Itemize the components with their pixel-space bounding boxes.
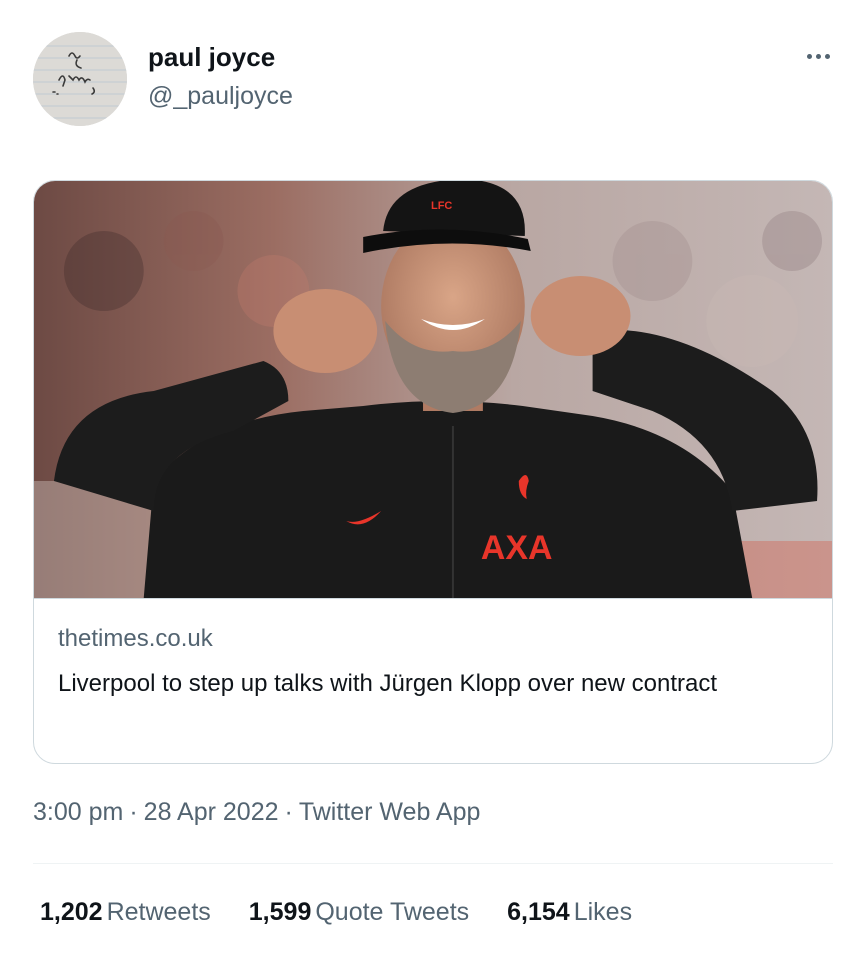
engagement-stats: 1,202 Retweets 1,599 Quote Tweets 6,154 Lik… [40, 898, 632, 927]
quote-tweets-stat[interactable]: 1,599 Quote Tweets [249, 898, 469, 927]
jacket-sponsor-logo: AXA [481, 529, 553, 567]
link-card[interactable]: LFC AXA thetimes.co.uk Liverpool to step… [33, 180, 833, 764]
avatar-image [33, 32, 127, 126]
quote-tweets-count: 1,599 [248, 898, 312, 926]
more-horizontal-icon [806, 53, 812, 59]
more-icon-dot [824, 53, 830, 59]
meta-separator: · [284, 798, 293, 826]
author-handle[interactable]: @_pauljoyce [148, 82, 293, 111]
likes-stat[interactable]: 6,154 Likes [507, 898, 632, 927]
tweet-time[interactable]: 3:00 pm [33, 798, 123, 826]
tweet-meta: 3:00 pm · 28 Apr 2022 · Twitter Web App [33, 798, 480, 827]
retweets-count: 1,202 [40, 898, 103, 926]
cap-logo: LFC [431, 200, 452, 212]
more-icon-dot [815, 53, 821, 59]
card-body: thetimes.co.uk Liverpool to step up talk… [34, 598, 832, 703]
likes-label: Likes [573, 898, 633, 926]
card-domain: thetimes.co.uk [58, 625, 213, 652]
more-options-button[interactable] [798, 44, 838, 68]
quote-tweets-label: Quote Tweets [315, 898, 470, 926]
divider [33, 863, 833, 864]
avatar[interactable] [33, 32, 127, 126]
card-title: Liverpool to step up talks with Jürgen K… [58, 670, 718, 697]
tweet: paul joyce @_pauljoyce LFC AXA thetimes.… [0, 0, 866, 960]
tweet-source[interactable]: Twitter Web App [299, 798, 481, 826]
card-photo: LFC AXA [34, 181, 832, 598]
card-image: LFC AXA [34, 181, 832, 598]
retweets-label: Retweets [106, 898, 211, 926]
retweets-stat[interactable]: 1,202 Retweets [40, 898, 211, 927]
author-display-name[interactable]: paul joyce [148, 42, 275, 73]
meta-separator: · [129, 798, 138, 826]
likes-count: 6,154 [507, 898, 570, 926]
tweet-date[interactable]: 28 Apr 2022 [144, 798, 279, 826]
